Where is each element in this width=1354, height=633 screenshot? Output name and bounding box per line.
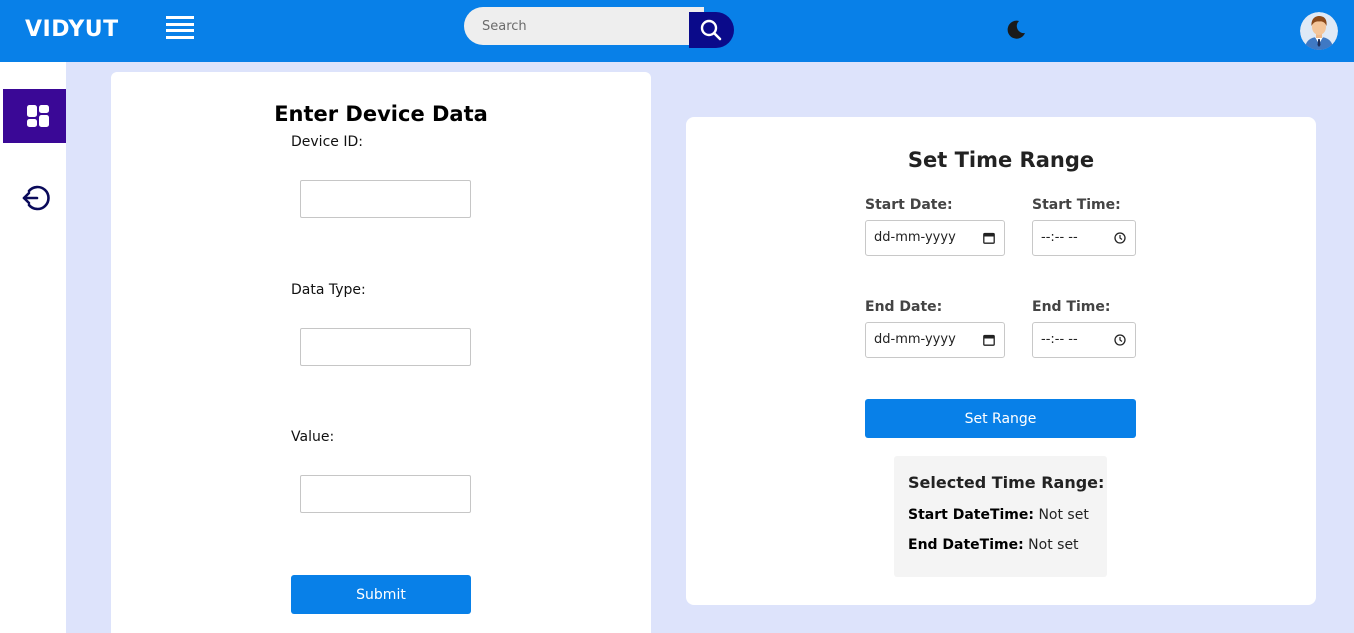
selected-start-label: Start DateTime: — [908, 507, 1034, 523]
data-type-label: Data Type: — [291, 282, 366, 298]
selected-end-value: Not set — [1028, 537, 1079, 553]
search-input[interactable] — [464, 7, 704, 45]
start-date-value: dd-mm-yyyy — [874, 230, 956, 245]
end-time-value: --:-- -- — [1041, 332, 1078, 347]
end-date-value: dd-mm-yyyy — [874, 332, 956, 347]
start-date-input[interactable]: dd-mm-yyyy — [865, 220, 1005, 256]
start-time-label: Start Time: — [1032, 197, 1121, 213]
search-button[interactable] — [689, 12, 734, 48]
device-id-label: Device ID: — [291, 134, 363, 150]
moon-icon[interactable] — [1004, 18, 1028, 42]
selected-start-row: Start DateTime: Not set — [908, 507, 1089, 523]
calendar-icon — [983, 334, 995, 346]
brand-logo[interactable]: VIDYUT — [25, 17, 119, 42]
end-date-input[interactable]: dd-mm-yyyy — [865, 322, 1005, 358]
device-id-input[interactable] — [300, 180, 471, 218]
search-bar — [464, 7, 734, 48]
selected-range-box: Selected Time Range: Start DateTime: Not… — [894, 456, 1107, 577]
time-range-title: Set Time Range — [907, 148, 1095, 172]
start-time-value: --:-- -- — [1041, 230, 1078, 245]
data-type-input[interactable] — [300, 328, 471, 366]
start-time-input[interactable]: --:-- -- — [1032, 220, 1136, 256]
calendar-icon — [983, 232, 995, 244]
set-range-button[interactable]: Set Range — [865, 399, 1136, 438]
start-date-label: Start Date: — [865, 197, 953, 213]
logout-icon[interactable] — [20, 183, 50, 213]
top-bar: VIDYUT — [0, 0, 1354, 62]
clock-icon — [1114, 334, 1126, 346]
sidebar-item-dashboard[interactable] — [3, 89, 66, 143]
submit-button[interactable]: Submit — [291, 575, 471, 614]
selected-start-value: Not set — [1038, 507, 1089, 523]
device-data-card: Enter Device Data Device ID: Data Type: … — [111, 72, 651, 633]
end-time-input[interactable]: --:-- -- — [1032, 322, 1136, 358]
selected-end-row: End DateTime: Not set — [908, 537, 1079, 553]
sidebar — [0, 62, 66, 633]
dashboard-icon — [27, 105, 49, 127]
time-range-card: Set Time Range Start Date: dd-mm-yyyy St… — [686, 117, 1316, 605]
device-form-title: Enter Device Data — [274, 102, 488, 126]
end-time-label: End Time: — [1032, 299, 1111, 315]
search-icon — [700, 19, 722, 41]
end-date-label: End Date: — [865, 299, 943, 315]
user-avatar[interactable] — [1300, 12, 1338, 50]
hamburger-icon[interactable] — [166, 16, 194, 44]
value-label: Value: — [291, 429, 335, 445]
selected-end-label: End DateTime: — [908, 537, 1024, 553]
selected-range-heading: Selected Time Range: — [908, 473, 1105, 492]
clock-icon — [1114, 232, 1126, 244]
value-input[interactable] — [300, 475, 471, 513]
